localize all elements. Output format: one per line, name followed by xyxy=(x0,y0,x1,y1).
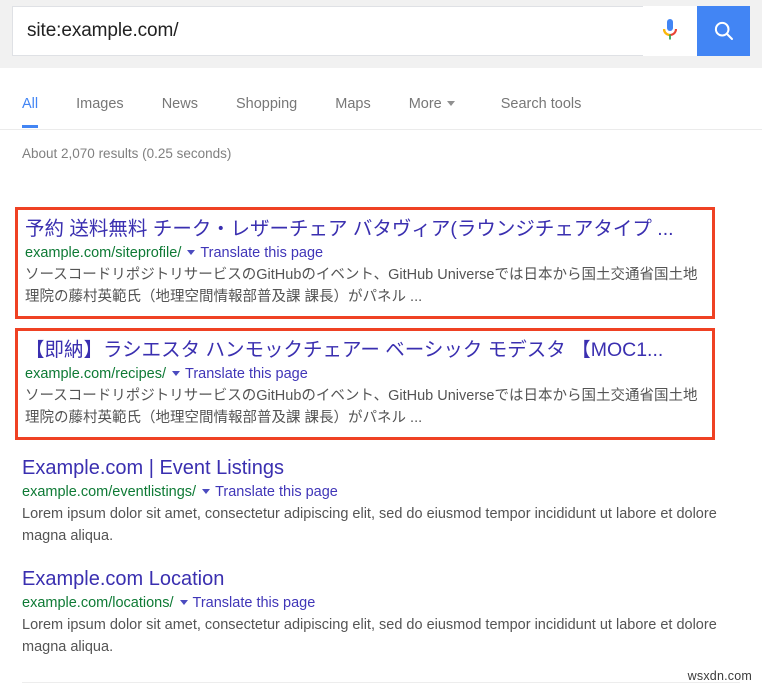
search-result-highlighted: 【即納】ラシエスタ ハンモックチェアー ベーシック モデスタ 【MOC1... … xyxy=(15,328,715,440)
bottom-divider xyxy=(22,682,740,683)
translate-link[interactable]: Translate this page xyxy=(200,245,323,261)
tab-shopping[interactable]: Shopping xyxy=(236,96,297,128)
chevron-down-icon[interactable] xyxy=(172,370,181,376)
result-title-link[interactable]: Example.com Location xyxy=(22,567,722,592)
translate-link[interactable]: Translate this page xyxy=(193,595,316,611)
tab-maps[interactable]: Maps xyxy=(335,96,370,128)
search-header xyxy=(0,0,762,68)
chevron-down-icon[interactable] xyxy=(179,599,188,605)
result-title-link[interactable]: Example.com | Event Listings xyxy=(22,456,722,481)
tab-all-label: All xyxy=(22,96,39,112)
chevron-down-icon[interactable] xyxy=(202,488,211,494)
translate-link[interactable]: Translate this page xyxy=(185,366,308,382)
tab-maps-label: Maps xyxy=(335,96,371,112)
tab-more-label: More xyxy=(408,96,442,112)
result-title-link[interactable]: 予約 送料無料 チーク・レザーチェア バタヴィア(ラウンジチェアタイプ ... xyxy=(25,217,704,242)
result-url[interactable]: example.com/locations/ xyxy=(22,595,174,611)
result-url-line: example.com/recipes/Translate this page xyxy=(25,364,704,384)
chevron-down-icon[interactable] xyxy=(187,249,196,255)
result-title-link[interactable]: 【即納】ラシエスタ ハンモックチェアー ベーシック モデスタ 【MOC1... xyxy=(25,338,704,363)
search-icon xyxy=(714,21,733,40)
search-nav: All Images News Shopping Maps More Searc… xyxy=(0,68,762,129)
search-button[interactable] xyxy=(697,6,750,56)
result-snippet: ソースコードリポジトリサービスのGitHubのイベント、GitHub Unive… xyxy=(25,267,698,305)
search-result: Example.com | Event Listings example.com… xyxy=(22,456,722,547)
result-snippet: Lorem ipsum dolor sit amet, consectetur … xyxy=(22,506,717,544)
tab-shopping-label: Shopping xyxy=(235,96,298,112)
result-snippet: ソースコードリポジトリサービスのGitHubのイベント、GitHub Unive… xyxy=(25,388,698,426)
tab-images-label: Images xyxy=(76,96,124,112)
tab-images[interactable]: Images xyxy=(76,96,124,128)
result-url-line: example.com/siteprofile/Translate this p… xyxy=(25,243,704,263)
translate-link[interactable]: Translate this page xyxy=(215,484,338,500)
result-url[interactable]: example.com/recipes/ xyxy=(25,366,166,382)
search-tools-button[interactable]: Search tools xyxy=(501,96,582,128)
search-results-area: About 2,070 results (0.25 seconds) 予約 送料… xyxy=(0,130,762,658)
tab-news-label: News xyxy=(161,96,198,112)
microphone-icon[interactable] xyxy=(643,6,697,56)
result-url[interactable]: example.com/siteprofile/ xyxy=(25,245,181,261)
tab-news[interactable]: News xyxy=(162,96,198,128)
search-tools-label: Search tools xyxy=(500,96,582,112)
search-bar xyxy=(12,6,750,56)
watermark: wsxdn.com xyxy=(687,669,752,683)
chevron-down-icon xyxy=(446,100,455,106)
tab-all[interactable]: All xyxy=(22,96,39,128)
search-input[interactable] xyxy=(13,20,643,42)
tab-more[interactable]: More xyxy=(409,96,455,128)
search-result-highlighted: 予約 送料無料 チーク・レザーチェア バタヴィア(ラウンジチェアタイプ ... … xyxy=(15,207,715,319)
result-url-line: example.com/eventlistings/Translate this… xyxy=(22,482,722,502)
result-url-line: example.com/locations/Translate this pag… xyxy=(22,593,722,613)
result-stats: About 2,070 results (0.25 seconds) xyxy=(22,146,232,161)
search-nav-bar: All Images News Shopping Maps More Searc… xyxy=(0,68,762,130)
result-snippet: Lorem ipsum dolor sit amet, consectetur … xyxy=(22,617,717,655)
result-url[interactable]: example.com/eventlistings/ xyxy=(22,484,196,500)
search-result: Example.com Location example.com/locatio… xyxy=(22,567,722,658)
